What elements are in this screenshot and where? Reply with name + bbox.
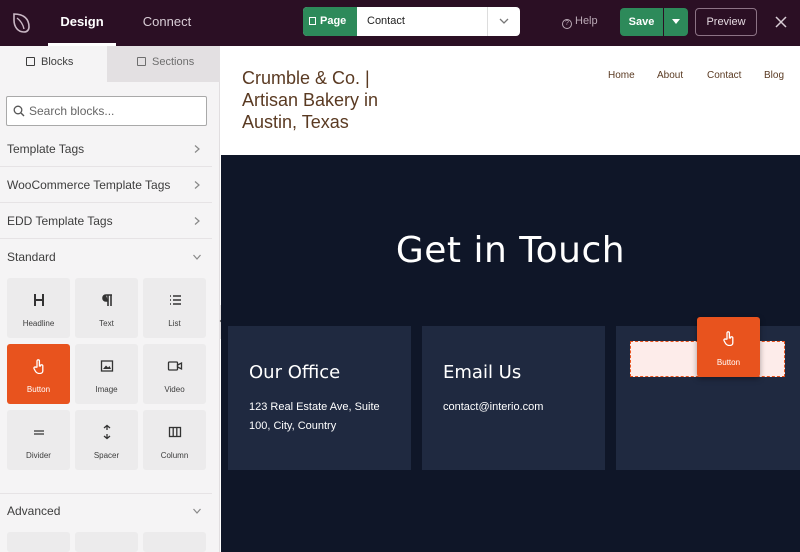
headline-icon <box>7 292 70 310</box>
block-label: Video <box>164 385 185 394</box>
block-label: List <box>168 319 181 328</box>
tab-connect[interactable]: Connect <box>132 0 202 46</box>
chevron-down-icon <box>193 508 201 514</box>
group-label: Advanced <box>7 504 61 518</box>
close-button[interactable] <box>771 12 791 32</box>
top-bar: Design Connect Page Contact ? Help Save P… <box>0 0 800 46</box>
tab-blocks-label: Blocks <box>41 56 74 68</box>
block-label: Text <box>99 319 114 328</box>
block-label: Image <box>95 385 118 394</box>
page-icon <box>309 17 316 25</box>
save-group: Save <box>620 8 688 36</box>
close-icon <box>775 16 787 28</box>
block-label: Spacer <box>93 451 120 460</box>
page-type-badge: Page <box>303 7 357 36</box>
tab-sections-label: Sections <box>152 56 195 68</box>
block-advanced-2[interactable] <box>75 532 138 552</box>
chevron-down-icon <box>499 18 509 24</box>
group-template-tags[interactable]: Template Tags <box>0 132 212 167</box>
pointer-hand-icon <box>7 358 70 376</box>
spacer-icon <box>75 424 138 442</box>
block-headline[interactable]: Headline <box>7 278 70 338</box>
save-options-button[interactable] <box>664 8 688 36</box>
pointer-hand-icon <box>697 330 760 348</box>
save-button[interactable]: Save <box>620 8 663 36</box>
question-icon: ? <box>562 19 572 29</box>
block-image[interactable]: Image <box>75 344 138 404</box>
list-icon <box>143 292 206 310</box>
video-icon <box>143 358 206 376</box>
block-list[interactable]: List <box>143 278 206 338</box>
chevron-right-icon <box>194 145 200 153</box>
page-badge-label: Page <box>320 15 347 27</box>
card-title: Our Office <box>249 362 341 383</box>
card-body: 123 Real Estate Ave, Suite 100, City, Co… <box>249 401 380 432</box>
drag-label: Button <box>716 358 741 367</box>
sections-icon <box>137 57 146 66</box>
blocks-sidebar: Blocks Sections Template Tags WooCommerc… <box>0 46 220 552</box>
dragging-button-block[interactable]: Button <box>697 317 760 377</box>
card-title: Email Us <box>443 362 522 383</box>
block-label: Button <box>26 385 51 394</box>
tab-blocks[interactable]: Blocks <box>0 46 107 82</box>
card-office[interactable]: Our Office 123 Real Estate Ave, Suite 10… <box>228 326 411 470</box>
search-icon <box>13 105 25 117</box>
site-header: Crumble & Co. | Artisan Bakery in Austin… <box>221 46 800 155</box>
chevron-right-icon <box>194 217 200 225</box>
card-email[interactable]: Email Us contact@interio.com <box>422 326 605 470</box>
page-selector-value: Contact <box>367 15 405 27</box>
help-link[interactable]: ? Help <box>562 15 598 29</box>
nav-blog[interactable]: Blog <box>764 70 784 81</box>
group-advanced[interactable]: Advanced <box>0 493 212 528</box>
page-canvas: Crumble & Co. | Artisan Bakery in Austin… <box>221 46 800 552</box>
page-selector[interactable]: Page Contact <box>303 7 520 36</box>
block-spacer[interactable]: Spacer <box>75 410 138 470</box>
chevron-right-icon <box>194 181 200 189</box>
group-woocommerce-template-tags[interactable]: WooCommerce Template Tags <box>0 168 212 203</box>
block-label: Column <box>160 451 189 460</box>
site-title[interactable]: Crumble & Co. | Artisan Bakery in Austin… <box>242 67 422 133</box>
block-text[interactable]: Text <box>75 278 138 338</box>
nav-about[interactable]: About <box>657 70 683 81</box>
seedprod-logo-icon[interactable] <box>8 9 36 37</box>
page-selector-dropdown[interactable] <box>487 7 520 36</box>
group-standard[interactable]: Standard <box>0 240 212 275</box>
group-label: Template Tags <box>7 142 85 156</box>
search-input[interactable] <box>29 97 204 125</box>
preview-button[interactable]: Preview <box>695 8 757 36</box>
block-column[interactable]: Column <box>143 410 206 470</box>
column-icon <box>143 424 206 442</box>
help-label: Help <box>575 15 598 27</box>
image-icon <box>75 358 138 376</box>
group-label: Standard <box>7 250 56 264</box>
group-label: EDD Template Tags <box>7 214 113 228</box>
block-divider[interactable]: Divider <box>7 410 70 470</box>
tab-design[interactable]: Design <box>48 0 116 46</box>
search-field <box>6 96 207 126</box>
block-advanced-3[interactable] <box>143 532 206 552</box>
nav-contact[interactable]: Contact <box>707 70 741 81</box>
chevron-down-icon <box>193 254 201 260</box>
block-advanced-1[interactable] <box>7 532 70 552</box>
group-edd-template-tags[interactable]: EDD Template Tags <box>0 204 212 239</box>
block-label: Divider <box>26 451 51 460</box>
block-label: Headline <box>22 319 55 328</box>
paragraph-icon <box>75 292 138 310</box>
card-body: contact@interio.com <box>443 401 544 413</box>
block-video[interactable]: Video <box>143 344 206 404</box>
hero-title[interactable]: Get in Touch <box>221 230 800 271</box>
group-label: WooCommerce Template Tags <box>7 178 171 192</box>
tab-sections[interactable]: Sections <box>107 46 220 82</box>
nav-home[interactable]: Home <box>608 70 635 81</box>
blocks-icon <box>26 57 35 66</box>
divider-icon <box>7 424 70 442</box>
block-button[interactable]: Button <box>7 344 70 404</box>
